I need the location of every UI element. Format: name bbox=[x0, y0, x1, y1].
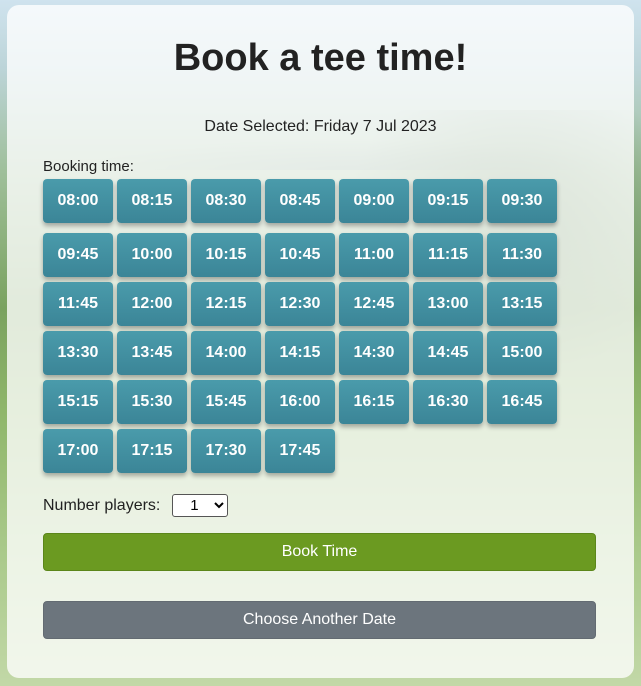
time-slot-button[interactable]: 09:45 bbox=[43, 233, 113, 277]
time-slot-button[interactable]: 12:15 bbox=[191, 282, 261, 326]
time-slot-button[interactable]: 17:00 bbox=[43, 429, 113, 473]
time-slot-button[interactable]: 14:30 bbox=[339, 331, 409, 375]
time-slot-button[interactable]: 12:30 bbox=[265, 282, 335, 326]
time-slot-button[interactable]: 15:45 bbox=[191, 380, 261, 424]
time-slot-button[interactable]: 13:15 bbox=[487, 282, 557, 326]
time-slot-button[interactable]: 11:45 bbox=[43, 282, 113, 326]
time-slot-button[interactable]: 15:00 bbox=[487, 331, 557, 375]
time-slot-button[interactable]: 08:30 bbox=[191, 179, 261, 223]
time-slot-button[interactable]: 10:00 bbox=[117, 233, 187, 277]
time-slot-grid: 08:00 08:15 08:30 08:45 09:00 09:15 09:30 09:45… bbox=[43, 179, 563, 478]
time-slot-button[interactable]: 14:45 bbox=[413, 331, 483, 375]
time-slot-button[interactable]: 15:30 bbox=[117, 380, 187, 424]
time-slot-button[interactable]: 13:00 bbox=[413, 282, 483, 326]
time-slot-button[interactable]: 17:45 bbox=[265, 429, 335, 473]
time-slot-button[interactable]: 12:45 bbox=[339, 282, 409, 326]
time-slot-button[interactable]: 16:15 bbox=[339, 380, 409, 424]
time-slot-button[interactable]: 17:15 bbox=[117, 429, 187, 473]
time-slot-button[interactable]: 16:30 bbox=[413, 380, 483, 424]
booking-card: Book a tee time! Date Selected: Friday 7… bbox=[7, 5, 634, 678]
time-slot-button[interactable]: 08:15 bbox=[117, 179, 187, 223]
players-select[interactable]: 1 bbox=[172, 494, 229, 517]
page-title: Book a tee time! bbox=[173, 37, 468, 79]
time-slot-button[interactable]: 10:15 bbox=[191, 233, 261, 277]
time-slot-button[interactable]: 12:00 bbox=[117, 282, 187, 326]
time-slot-button[interactable]: 11:00 bbox=[339, 233, 409, 277]
book-time-button[interactable]: Book Time bbox=[43, 533, 596, 571]
time-slot-button[interactable]: 10:45 bbox=[265, 233, 335, 277]
time-slot-button[interactable]: 11:30 bbox=[487, 233, 557, 277]
time-slot-button[interactable]: 09:30 bbox=[487, 179, 557, 223]
time-slot-button[interactable]: 08:45 bbox=[265, 179, 335, 223]
time-slot-button[interactable]: 11:15 bbox=[413, 233, 483, 277]
time-slot-button[interactable]: 08:00 bbox=[43, 179, 113, 223]
time-slot-button[interactable]: 09:00 bbox=[339, 179, 409, 223]
time-slot-button[interactable]: 17:30 bbox=[191, 429, 261, 473]
time-slot-button[interactable]: 13:45 bbox=[117, 331, 187, 375]
time-slot-button[interactable]: 16:00 bbox=[265, 380, 335, 424]
booking-time-label: Booking time: bbox=[43, 158, 134, 175]
players-row: Number players: 1 bbox=[43, 494, 229, 517]
time-slot-button[interactable]: 09:15 bbox=[413, 179, 483, 223]
time-slot-button[interactable]: 13:30 bbox=[43, 331, 113, 375]
time-slot-button[interactable]: 14:00 bbox=[191, 331, 261, 375]
date-selected: Date Selected: Friday 7 Jul 2023 bbox=[204, 118, 437, 135]
time-slot-button[interactable]: 16:45 bbox=[487, 380, 557, 424]
choose-another-date-button[interactable]: Choose Another Date bbox=[43, 601, 596, 639]
time-slot-button[interactable]: 15:15 bbox=[43, 380, 113, 424]
time-slot-button[interactable]: 14:15 bbox=[265, 331, 335, 375]
players-label: Number players: bbox=[43, 496, 161, 514]
